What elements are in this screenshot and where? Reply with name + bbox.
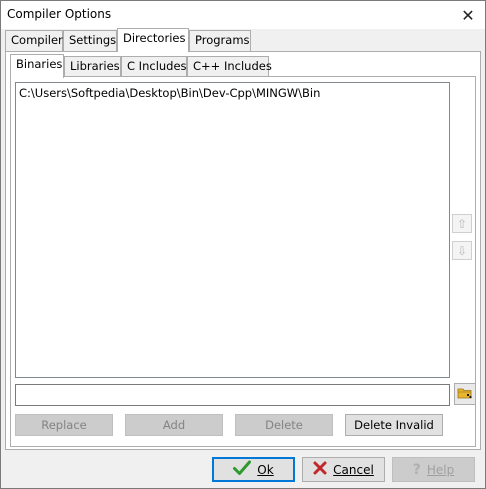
window-title: Compiler Options (7, 7, 112, 21)
arrow-up-icon: ⇧ (456, 216, 468, 231)
path-input[interactable] (15, 384, 450, 406)
delete-invalid-button[interactable]: Delete Invalid (345, 414, 443, 436)
replace-button[interactable]: Replace (15, 414, 113, 436)
help-label: Help (426, 462, 455, 477)
cancel-label: Cancel (333, 462, 374, 477)
list-item[interactable]: C:\Users\Softpedia\Desktop\Bin\Dev-Cpp\M… (19, 86, 320, 100)
tab-programs[interactable]: Programs (189, 30, 251, 51)
tab-settings[interactable]: Settings (63, 30, 117, 51)
add-button[interactable]: Add (125, 414, 223, 436)
directory-list[interactable]: C:\Users\Softpedia\Desktop\Bin\Dev-Cpp\M… (15, 82, 450, 378)
close-icon: ✕ (461, 5, 475, 25)
tab-cpp-includes[interactable]: C++ Includes (187, 56, 272, 77)
binaries-panel: C:\Users\Softpedia\Desktop\Bin\Dev-Cpp\M… (10, 76, 476, 447)
folder-icon (457, 386, 473, 403)
delete-button[interactable]: Delete (235, 414, 333, 436)
browse-button[interactable] (454, 383, 476, 405)
close-button[interactable]: ✕ (451, 1, 485, 29)
tab-binaries[interactable]: Binaries (10, 54, 64, 78)
compiler-options-dialog: Compiler Options ✕ Compiler Settings Dir… (0, 0, 486, 489)
cancel-button[interactable]: Cancel (302, 457, 385, 482)
directories-panel: Binaries Libraries C Includes C++ Includ… (5, 51, 481, 450)
tab-compiler[interactable]: Compiler (5, 30, 63, 51)
title-bar: Compiler Options ✕ (1, 1, 485, 29)
checkmark-icon (233, 460, 252, 479)
tab-c-includes[interactable]: C Includes (121, 56, 187, 77)
x-mark-icon (313, 461, 327, 478)
arrow-down-icon: ⇩ (456, 243, 468, 258)
help-button[interactable]: ? Help (392, 457, 475, 482)
ok-button[interactable]: Ok (212, 457, 295, 482)
move-down-button[interactable]: ⇩ (452, 241, 472, 260)
question-icon: ? (412, 461, 421, 478)
tab-directories[interactable]: Directories (117, 28, 189, 52)
tab-libraries[interactable]: Libraries (64, 56, 121, 77)
ok-label: Ok (257, 462, 274, 477)
move-up-button[interactable]: ⇧ (452, 214, 472, 233)
